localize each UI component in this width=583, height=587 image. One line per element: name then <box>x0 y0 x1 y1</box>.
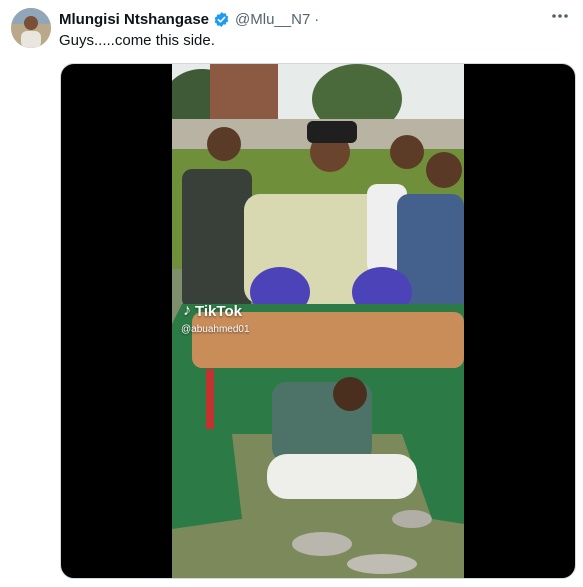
author-handle[interactable]: @Mlu__N7 <box>235 11 310 28</box>
author-name[interactable]: Mlungisi Ntshangase <box>59 11 209 28</box>
separator-dot: · <box>314 10 320 28</box>
tweet-header: Mlungisi Ntshangase @Mlu__N7 · <box>59 9 543 29</box>
tiktok-handle: @abuahmed01 <box>181 324 250 335</box>
video-frame <box>172 64 464 578</box>
author-avatar[interactable] <box>11 8 51 48</box>
tiktok-watermark: ♪ TikTok <box>183 302 242 320</box>
tweet-text: Guys.....come this side. <box>59 32 215 49</box>
verified-badge-icon <box>213 11 230 28</box>
tiktok-icon: ♪ <box>183 302 191 319</box>
tiktok-brand-label: TikTok <box>195 302 242 320</box>
tweet-video[interactable]: ♪ TikTok @abuahmed01 <box>60 63 576 579</box>
more-horizontal-icon[interactable] <box>549 6 571 26</box>
